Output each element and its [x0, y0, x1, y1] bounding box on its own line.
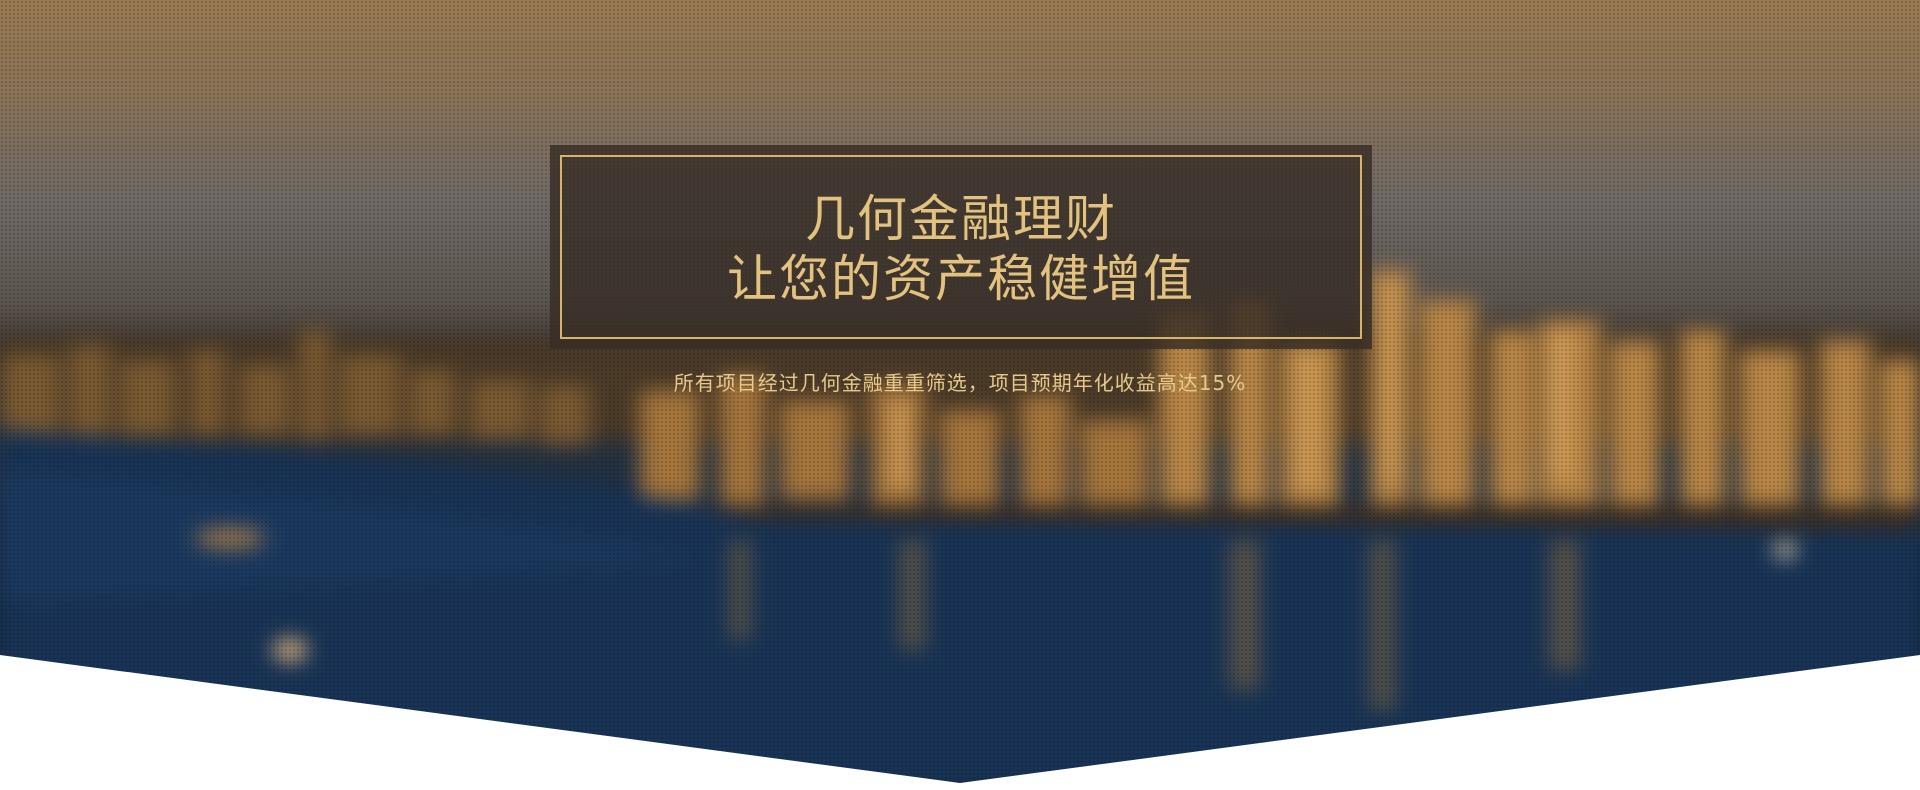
hero-title-box: 几何金融理财 让您的资产稳健增值	[550, 145, 1372, 349]
hero-title-line-2: 让您的资产稳健增值	[727, 250, 1195, 308]
hero-banner: 几何金融理财 让您的资产稳健增值 所有项目经过几何金融重重筛选，项目预期年化收益…	[0, 0, 1920, 790]
hero-title-line-1: 几何金融理财	[805, 190, 1117, 248]
hero-subtitle: 所有项目经过几何金融重重筛选，项目预期年化收益高达15%	[673, 371, 1247, 395]
